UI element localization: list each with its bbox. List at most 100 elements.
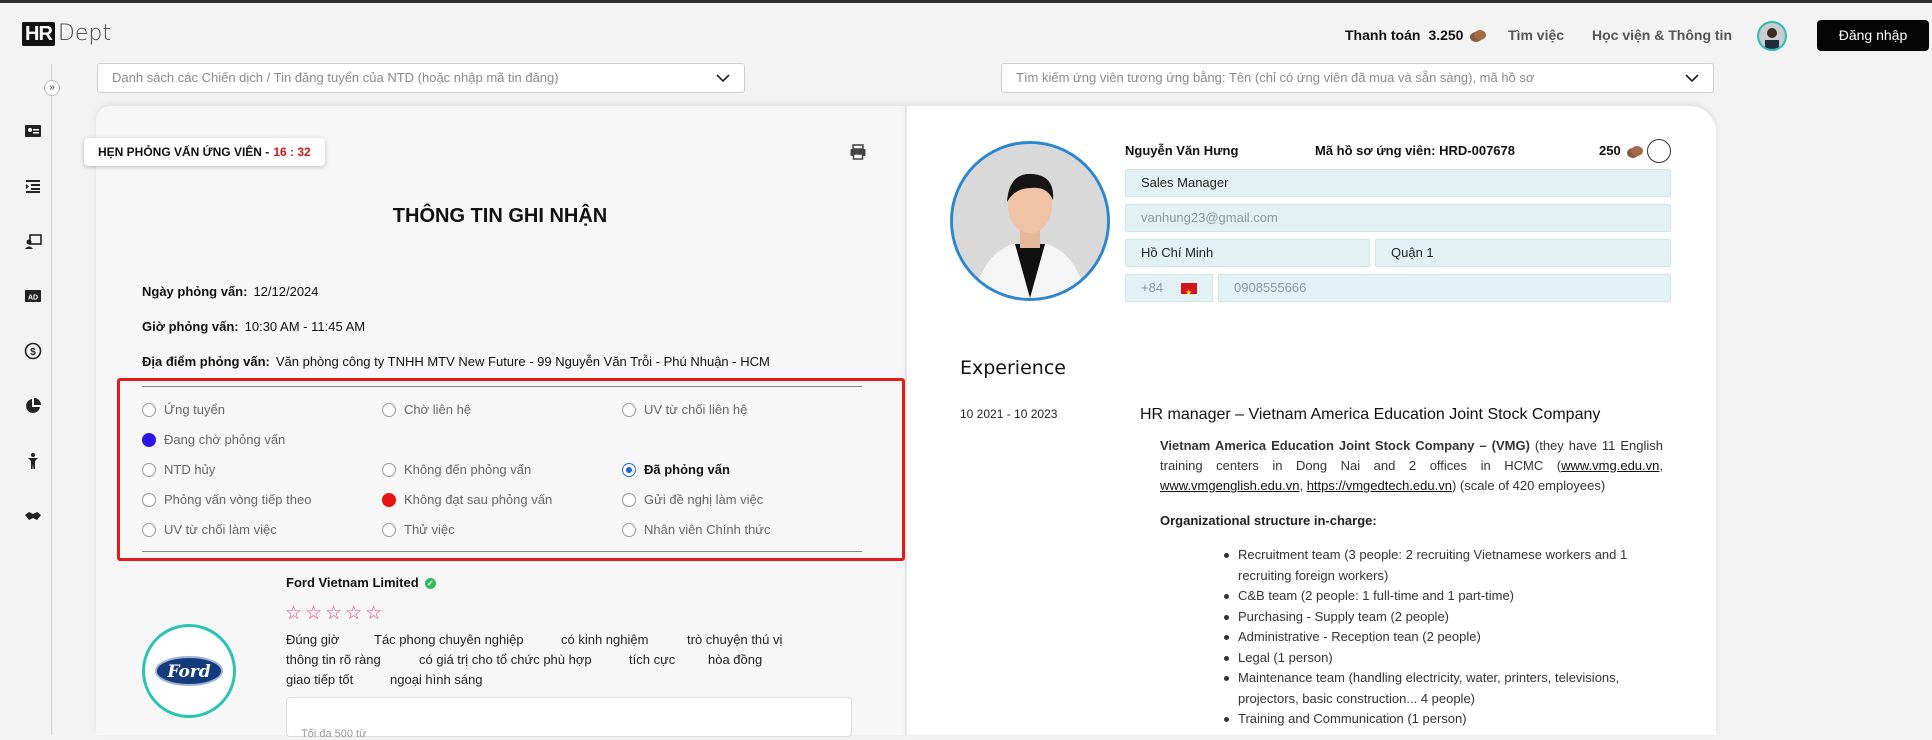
interview-location-value: Văn phòng công ty TNHH MTV New Future - … bbox=[275, 354, 770, 369]
top-bar: HR Dept Thanh toán 3.250 Tìm việc Học việ… bbox=[0, 0, 1932, 64]
link-separator: , bbox=[1299, 478, 1307, 493]
company-link[interactable]: www.vmg.edu.vn bbox=[1561, 458, 1659, 473]
select-candidate-toggle[interactable] bbox=[1647, 139, 1671, 163]
feedback-notes-input[interactable]: Tối đa 500 từ bbox=[286, 697, 852, 740]
star-icon[interactable]: ☆ bbox=[305, 603, 325, 624]
status-option[interactable]: Đang chờ phỏng vấn bbox=[142, 432, 285, 447]
status-label: UV từ chối làm việc bbox=[164, 522, 277, 537]
ford-logo-icon: Ford bbox=[155, 656, 223, 686]
feedback-tag[interactable]: Đúng giờ bbox=[286, 632, 339, 647]
interview-date-value: 12/12/2024 bbox=[253, 284, 319, 299]
status-label: Không đạt sau phỏng vấn bbox=[404, 492, 553, 507]
coin-icon bbox=[1470, 30, 1487, 43]
avatar-image bbox=[1759, 23, 1785, 49]
experience-heading: Experience bbox=[960, 357, 1066, 379]
status-option[interactable]: Không đến phỏng vấn bbox=[382, 462, 531, 477]
star-icon[interactable]: ☆ bbox=[325, 603, 345, 624]
experience-period: 10 2021 - 10 2023 bbox=[960, 407, 1058, 421]
person-icon[interactable] bbox=[24, 452, 42, 470]
status-option[interactable]: Không đạt sau phỏng vấn bbox=[382, 492, 552, 507]
position-field: Sales Manager bbox=[1125, 169, 1671, 197]
candidate-code: Mã hồ sơ ứng viên: HRD-007678 bbox=[1315, 143, 1515, 158]
print-icon[interactable] bbox=[849, 143, 867, 161]
list-indent-icon[interactable] bbox=[24, 177, 42, 195]
interview-icon[interactable] bbox=[24, 232, 42, 250]
candidate-name: Nguyễn Văn Hưng bbox=[1125, 143, 1239, 158]
feedback-tag[interactable]: tích cực bbox=[629, 652, 675, 667]
email-field: vanhung23@gmail.com bbox=[1125, 204, 1671, 232]
interview-time-value: 10:30 AM - 11:45 AM bbox=[244, 319, 366, 334]
feedback-tag[interactable]: ngoại hình sáng bbox=[390, 672, 483, 687]
dollar-icon[interactable]: $ bbox=[24, 342, 42, 360]
radio-icon bbox=[622, 492, 636, 507]
status-option[interactable]: Thử việc bbox=[382, 522, 455, 537]
interview-location-row: Địa điểm phỏng vấn: Văn phòng công ty TNH… bbox=[142, 354, 770, 369]
interview-time-label: Giờ phỏng vấn: bbox=[142, 319, 239, 334]
interview-location-label: Địa điểm phỏng vấn: bbox=[142, 354, 270, 369]
link-separator: , bbox=[1659, 458, 1663, 473]
structure-heading: Organizational structure in-charge: bbox=[1160, 513, 1377, 528]
logo[interactable]: HR Dept bbox=[22, 21, 111, 46]
login-button[interactable]: Đăng nhập bbox=[1817, 20, 1929, 51]
status-option[interactable]: Nhân viên Chính thức bbox=[622, 522, 771, 537]
radio-icon bbox=[142, 402, 156, 417]
status-label: Thử việc bbox=[404, 522, 455, 537]
user-avatar[interactable] bbox=[1757, 21, 1787, 51]
feedback-tag[interactable]: hòa đồng bbox=[708, 652, 762, 667]
phone-code-field: +84 bbox=[1125, 274, 1213, 306]
vietnam-flag-icon bbox=[1181, 280, 1198, 306]
feedback-tag[interactable]: có giá trị cho tổ chức phù hợp bbox=[419, 652, 592, 667]
radio-checked-icon bbox=[622, 462, 636, 477]
campaign-select-placeholder: Danh sách các Chiến dịch / Tin đăng tuyể… bbox=[112, 70, 559, 85]
radio-icon bbox=[382, 462, 396, 477]
filled-dot-icon bbox=[382, 492, 396, 507]
experience-desc-text: ) (scale of 420 employees) bbox=[1451, 478, 1606, 493]
candidate-search-placeholder: Tìm kiếm ứng viên tương ứng bằng: Tên (c… bbox=[1016, 70, 1535, 85]
candidate-photo-image bbox=[953, 144, 1107, 298]
feedback-tag[interactable]: có kinh nghiệm bbox=[561, 632, 648, 647]
id-card-icon[interactable] bbox=[24, 122, 42, 140]
interview-date-row: Ngày phỏng vấn: 12/12/2024 bbox=[142, 284, 319, 299]
status-divider-bottom bbox=[142, 551, 862, 552]
status-option[interactable]: Gửi đề nghị làm việc bbox=[622, 492, 763, 507]
nav-find-jobs[interactable]: Tìm việc bbox=[1508, 27, 1564, 43]
star-icon[interactable]: ☆ bbox=[285, 603, 305, 624]
nav-academy[interactable]: Học viện & Thông tin bbox=[1592, 27, 1732, 43]
experience-company-bold: Vietnam America Education Joint Stock Co… bbox=[1160, 438, 1530, 453]
status-option[interactable]: NTD hủy bbox=[142, 462, 215, 477]
feedback-tag[interactable]: giao tiếp tốt bbox=[286, 672, 353, 687]
status-option[interactable]: Chờ liên hệ bbox=[382, 402, 471, 417]
status-label: Nhân viên Chính thức bbox=[644, 522, 771, 537]
ad-icon[interactable]: AD bbox=[24, 287, 42, 305]
company-name-text: Ford Vietnam Limited bbox=[286, 575, 419, 590]
company-link[interactable]: https://vmgedtech.edu.vn bbox=[1307, 478, 1452, 493]
company-name: Ford Vietnam Limited ✓ bbox=[286, 575, 436, 590]
campaign-select[interactable]: Danh sách các Chiến dịch / Tin đăng tuyể… bbox=[97, 63, 745, 93]
star-rating[interactable]: ☆☆☆☆☆ bbox=[285, 602, 385, 625]
status-label: Phỏng vấn vòng tiếp theo bbox=[164, 492, 312, 507]
feedback-tag[interactable]: trò chuyện thú vị bbox=[687, 632, 782, 647]
coin-icon bbox=[1627, 145, 1644, 158]
status-option[interactable]: Ứng tuyển bbox=[142, 402, 225, 417]
feedback-tag[interactable]: thông tin rõ ràng bbox=[286, 652, 381, 667]
sidebar-collapse-button[interactable]: » bbox=[44, 80, 60, 96]
payment-link[interactable]: Thanh toán 3.250 bbox=[1345, 27, 1487, 43]
company-link[interactable]: www.vmgenglish.edu.vn bbox=[1160, 478, 1299, 493]
status-option[interactable]: UV từ chối làm việc bbox=[142, 522, 277, 537]
status-option-selected[interactable]: Đã phỏng vấn bbox=[622, 462, 730, 477]
star-icon[interactable]: ☆ bbox=[365, 603, 385, 624]
panel-divider bbox=[905, 106, 907, 735]
feedback-tag[interactable]: Tác phong chuyên nghiệp bbox=[374, 632, 524, 647]
status-label: UV từ chối liên hệ bbox=[644, 402, 748, 417]
status-option[interactable]: Phỏng vấn vòng tiếp theo bbox=[142, 492, 311, 507]
district-field: Quận 1 bbox=[1375, 239, 1671, 267]
pie-chart-icon[interactable] bbox=[24, 397, 42, 415]
handshake-icon[interactable] bbox=[24, 507, 42, 525]
candidate-search-select[interactable]: Tìm kiếm ứng viên tương ứng bằng: Tên (c… bbox=[1001, 63, 1714, 93]
radio-icon bbox=[142, 462, 156, 477]
list-item: Maintenance team (handling electricity, … bbox=[1224, 668, 1658, 709]
phone-field: 0908555666 bbox=[1218, 274, 1671, 302]
status-option[interactable]: UV từ chối liên hệ bbox=[622, 402, 747, 417]
star-icon[interactable]: ☆ bbox=[345, 603, 365, 624]
company-logo: Ford bbox=[142, 624, 236, 718]
